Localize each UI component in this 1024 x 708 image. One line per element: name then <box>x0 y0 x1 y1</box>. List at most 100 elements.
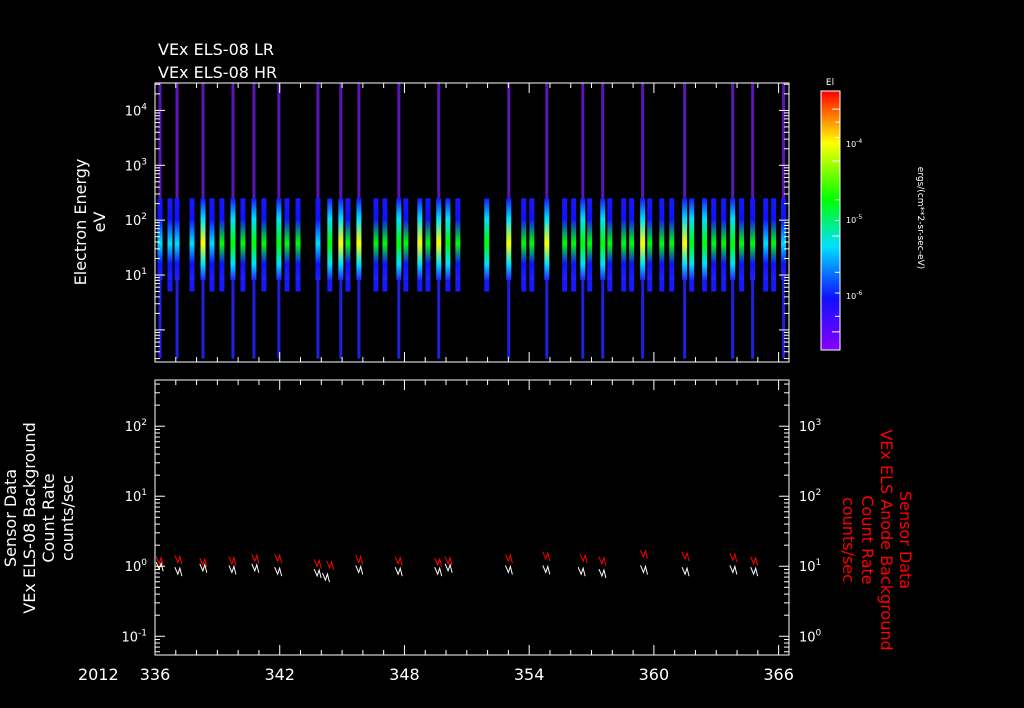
spectrogram-burst-low <box>689 280 695 292</box>
spectrogram-burst-low <box>771 280 777 292</box>
spectrogram-burst-low <box>373 280 379 292</box>
colorbar-tick-1: 10-4 <box>846 138 862 149</box>
spectrogram-burst-high <box>158 83 162 199</box>
spectrogram-burst <box>506 198 512 281</box>
spectrogram-burst <box>562 198 568 281</box>
left-ylabel-4: counts/sec <box>58 475 77 561</box>
x-tick-label: 360 <box>639 665 670 684</box>
spectrogram-burst-high <box>782 83 786 199</box>
spectrogram-burst-high <box>545 83 549 199</box>
spectrogram-ylabel-1: Electron Energy <box>71 159 90 286</box>
spectrogram-burst <box>669 198 675 281</box>
spectrogram-burst <box>417 198 423 281</box>
spectrogram-burst-low <box>382 280 388 292</box>
spectrogram-burst <box>327 198 333 281</box>
spectrogram-burst-low <box>601 280 605 359</box>
spectrogram-burst-low <box>731 280 735 359</box>
spectrogram-burst <box>750 198 756 281</box>
spectrogram-burst <box>167 198 173 281</box>
spectrogram-burst-high <box>231 83 235 199</box>
spectrogram-burst-low <box>284 280 290 292</box>
count-rate-right-y-tick-label: 100 <box>799 628 822 645</box>
spectrogram-burst <box>771 198 777 281</box>
spectrogram-burst <box>689 198 695 281</box>
spectrogram-burst <box>647 198 653 281</box>
spectrogram-burst-high <box>201 83 205 199</box>
spectrogram-burst <box>571 198 577 281</box>
count-rate-mark <box>251 553 260 564</box>
count-rate-mark <box>174 566 183 577</box>
spectrogram-burst-low <box>209 280 215 292</box>
spectrogram-y-tick-label: 104 <box>125 102 148 119</box>
spectrogram-burst-low <box>445 280 451 292</box>
spectrogram-burst <box>157 198 163 281</box>
count-rate-mark <box>681 566 690 577</box>
count-rate-mark <box>274 553 283 564</box>
spectrogram-burst <box>711 198 717 281</box>
count-rate-frame <box>154 379 790 656</box>
count-rate-mark <box>228 564 237 575</box>
x-tick-label: 366 <box>763 665 794 684</box>
spectrogram-burst-low <box>231 280 235 359</box>
spectrogram-burst-low <box>683 280 687 359</box>
spectrogram-burst-low <box>587 280 593 292</box>
count-rate-mark <box>228 555 237 566</box>
count-rate-mark <box>681 551 690 562</box>
spectrogram-burst-high <box>252 83 256 199</box>
spectrogram-burst-low <box>219 280 225 292</box>
spectrogram-burst <box>345 198 351 281</box>
count-rate-mark <box>326 559 335 570</box>
spectrogram-burst-high <box>601 83 605 199</box>
count-rate-mark <box>750 555 759 566</box>
count-rate-mark <box>434 566 443 577</box>
count-rate-y-tick-label: 101 <box>125 488 147 505</box>
spectrogram-burst-low <box>521 280 527 292</box>
spectrogram-burst-low <box>417 280 423 292</box>
spectrogram-burst <box>382 198 388 281</box>
spectrogram-burst <box>682 198 688 281</box>
count-rate-mark <box>444 555 453 566</box>
count-rate-right-y-tick-label: 101 <box>799 558 821 575</box>
spectrogram-burst <box>436 198 442 281</box>
count-rate-mark <box>598 568 607 579</box>
x-tick-label: 336 <box>140 665 171 684</box>
spectrogram-burst <box>607 198 613 281</box>
count-rate-mark <box>729 564 738 575</box>
count-rate-mark <box>434 557 443 568</box>
spectrogram-burst <box>600 198 606 281</box>
title-line-2: VEx ELS-08 HR <box>158 63 277 82</box>
spectrogram-burst <box>739 198 745 281</box>
spectrogram-burst <box>621 198 627 281</box>
spectrogram-burst-low <box>529 280 535 292</box>
spectrogram-burst-low <box>189 280 195 292</box>
spectrogram-burst-low <box>763 280 769 292</box>
count-rate-y-tick-label: 100 <box>125 558 148 575</box>
right-ylabel-2: VEx ELS Anode Background <box>877 429 896 650</box>
spectrogram-burst-low <box>751 280 755 359</box>
spectrogram-y-tick-label: 102 <box>125 212 147 229</box>
count-rate-mark <box>504 564 513 575</box>
spectrogram-burst <box>455 198 461 281</box>
spectrogram-burst-low <box>316 280 320 359</box>
spectrogram-burst-low <box>545 280 549 359</box>
spectrogram-burst-low <box>669 280 675 292</box>
spectrogram-burst <box>240 198 246 281</box>
spectrogram-burst-high <box>316 83 320 199</box>
spectrogram-burst-low <box>659 280 665 292</box>
spectrogram-burst <box>702 198 708 281</box>
spectrogram-burst <box>276 198 282 281</box>
spectrogram-burst <box>174 198 180 281</box>
spectrogram-y-tick-label: 101 <box>125 267 147 284</box>
spectrogram-burst-low <box>339 280 343 359</box>
spectrogram-burst <box>529 198 535 281</box>
spectrogram-burst-high <box>507 83 511 199</box>
count-rate-mark <box>355 564 364 575</box>
spectrogram-burst-low <box>739 280 745 292</box>
count-rate-mark <box>598 555 607 566</box>
spectrogram-burst <box>261 198 267 281</box>
right-ylabel-4: counts/sec <box>839 497 858 583</box>
spectrogram-burst-low <box>240 280 246 292</box>
spectrogram-burst <box>338 198 344 281</box>
spectrogram-burst <box>425 198 431 281</box>
count-rate-mark <box>579 553 588 564</box>
